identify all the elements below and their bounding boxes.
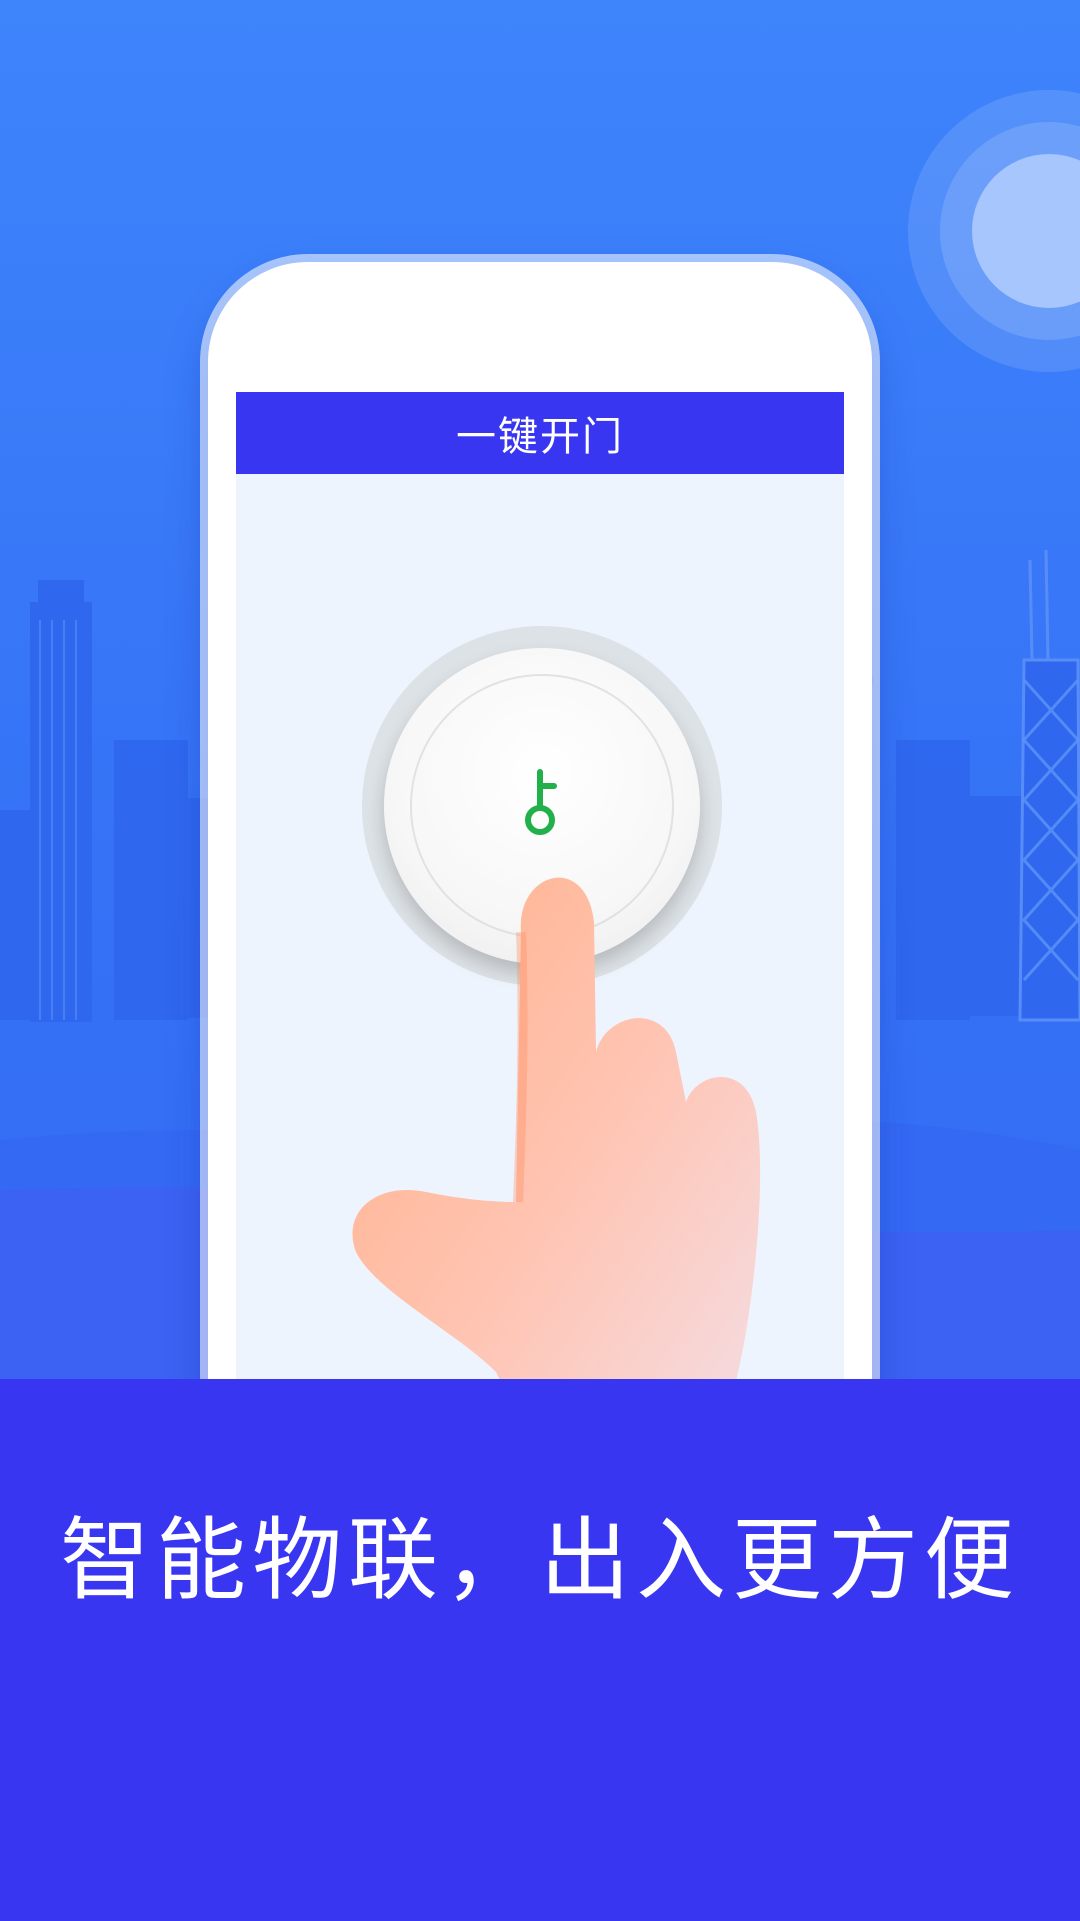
splash-page: 一键开门 智能物联，出入更方便 (0, 0, 1080, 1921)
app-title: 一键开门 (456, 414, 624, 460)
app-title-bar: 一键开门 (236, 392, 844, 474)
phone-mockup: 一键开门 (208, 262, 872, 1492)
phone-screen: 一键开门 (236, 392, 844, 1492)
bottom-banner: 智能物联，出入更方便 (0, 1379, 1080, 1921)
slogan-text: 智能物联，出入更方便 (60, 1508, 1020, 1613)
sun-decoration (908, 90, 1080, 372)
